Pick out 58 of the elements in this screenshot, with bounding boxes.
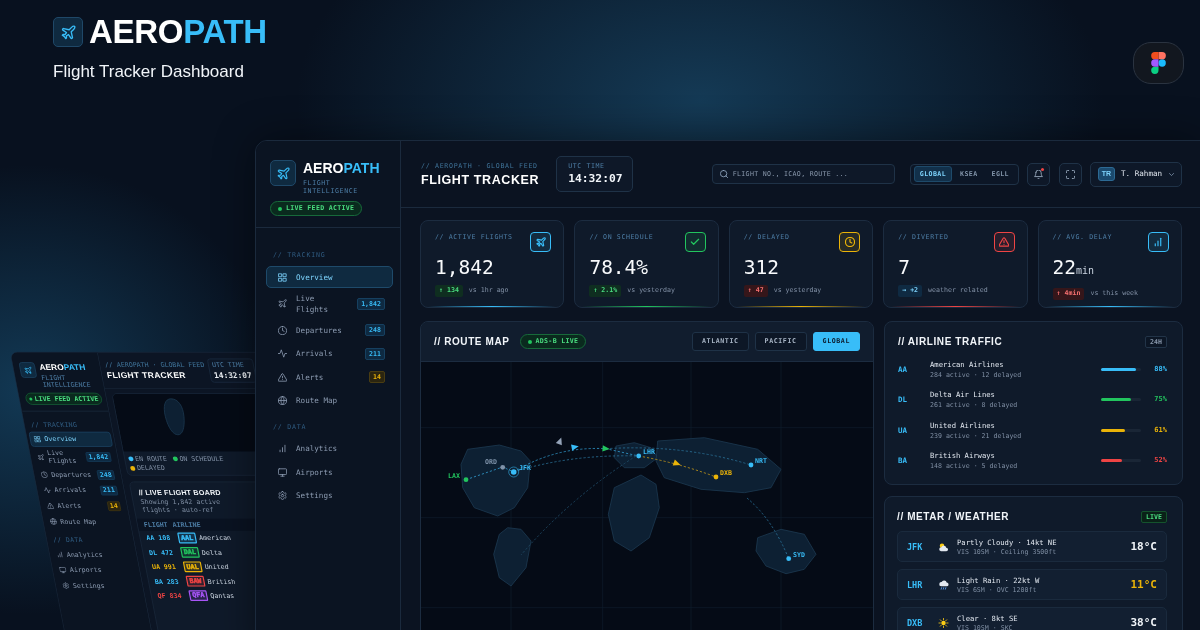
clock-icon xyxy=(278,325,287,335)
fullscreen-button[interactable] xyxy=(1059,162,1082,186)
stat-value: 22min xyxy=(1052,257,1096,281)
card-title: // ROUTE MAP xyxy=(434,335,510,348)
settings-icon xyxy=(278,491,287,500)
station-code: LHR xyxy=(907,579,924,590)
cloud-sun-icon xyxy=(938,541,949,552)
landmass-shape xyxy=(163,398,185,436)
warning-icon xyxy=(278,372,287,382)
temperature: 18°C xyxy=(1130,540,1157,553)
monitor-icon xyxy=(278,467,287,477)
airport-dot-icon[interactable] xyxy=(500,464,506,470)
status-dot-icon xyxy=(29,397,33,401)
notifications-button[interactable] xyxy=(1027,162,1050,186)
sun-icon xyxy=(938,617,949,628)
page-title: FLIGHT TRACKER xyxy=(421,172,540,187)
plane-icon xyxy=(278,299,287,308)
airport-dot-icon[interactable] xyxy=(786,556,792,562)
banner-subtitle: Flight Tracker Dashboard xyxy=(53,62,245,82)
page-title: FLIGHT TRACKER xyxy=(105,370,187,380)
status-dot-icon xyxy=(527,339,532,344)
clock-time: 14:32:07 xyxy=(568,173,623,185)
logo-icon xyxy=(1133,42,1184,84)
bell-icon xyxy=(1034,169,1043,179)
expand-icon xyxy=(1066,169,1075,179)
pulse-icon xyxy=(278,349,287,358)
card-title: // METAR / WEATHER xyxy=(897,511,1010,523)
grid-icon xyxy=(278,272,287,282)
station-code: DXB xyxy=(907,617,924,628)
plane-marker-icon[interactable] xyxy=(672,459,681,466)
airport-dot-icon[interactable] xyxy=(463,477,469,483)
airport-dot-icon[interactable] xyxy=(748,462,754,468)
brand-name: AEROPATH xyxy=(38,362,87,373)
plane-icon xyxy=(270,160,296,186)
temperature: 11°C xyxy=(1130,578,1157,591)
stat-value: 7 xyxy=(898,257,911,279)
brand-name: AEROPATH xyxy=(89,17,267,47)
brand-name: AEROPATH xyxy=(303,160,380,177)
airport-dot-icon[interactable] xyxy=(636,453,642,459)
plane-icon xyxy=(53,17,83,47)
search-icon xyxy=(719,170,728,178)
bar-chart-icon xyxy=(278,444,287,453)
plane-marker-icon[interactable] xyxy=(555,437,562,446)
rain-cloud-icon xyxy=(938,579,949,590)
card-title: // AIRLINE TRAFFIC xyxy=(898,336,1003,348)
stat-value: 78.4% xyxy=(589,257,650,279)
temperature: 38°C xyxy=(1130,616,1157,629)
globe-icon xyxy=(278,396,287,405)
station-code: JFK xyxy=(907,541,924,552)
plane-marker-icon[interactable] xyxy=(571,444,579,451)
airport-dot-icon[interactable] xyxy=(713,474,719,480)
caret-icon xyxy=(1169,172,1174,176)
stat-value: 1,842 xyxy=(435,257,495,279)
stat-value: 312 xyxy=(743,257,781,279)
route-line xyxy=(746,497,790,560)
plane-marker-icon[interactable] xyxy=(602,445,610,452)
status-dot-icon xyxy=(278,206,282,211)
plane-icon xyxy=(18,362,38,378)
